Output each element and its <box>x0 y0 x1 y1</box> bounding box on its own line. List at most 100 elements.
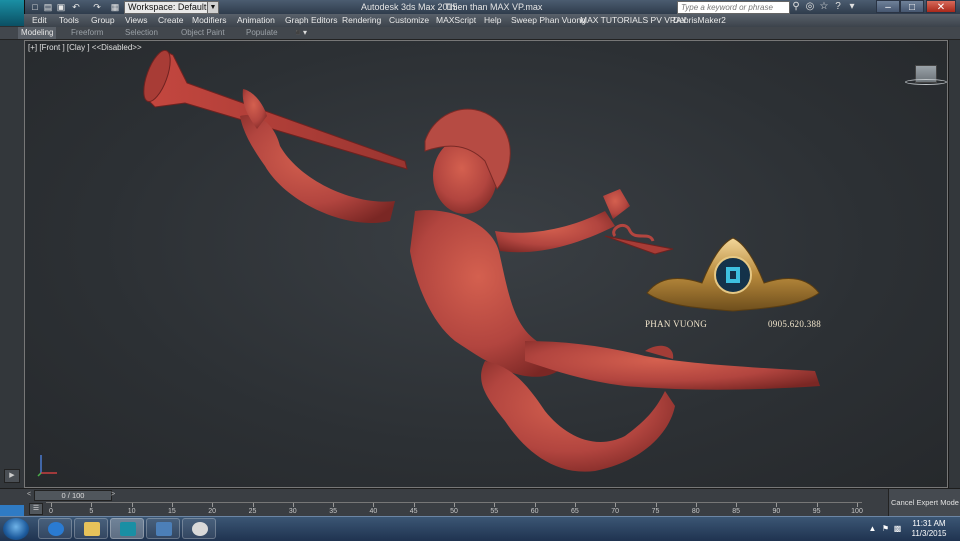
time-slider-next-icon[interactable]: > <box>109 490 117 499</box>
ribbon-options-icon[interactable]: ◾▾ <box>293 27 307 39</box>
app-title: Autodesk 3ds Max 2015 <box>361 2 458 12</box>
timeline-tick <box>574 503 576 507</box>
phan-vuong-watermark-logo <box>646 237 820 312</box>
open-file-icon[interactable]: ▤ <box>43 2 53 12</box>
track-bar-ruler[interactable]: 0 5 10 15 20 25 30 35 40 45 50 55 60 65 70 75 80 85 90 95 10… <box>46 502 863 517</box>
timeline-tick <box>655 503 657 507</box>
project-folder-icon[interactable]: ▦ <box>110 2 120 12</box>
menu-max-tutorials[interactable]: MAX TUTORIALS PV VRAY <box>580 14 687 27</box>
show-hidden-icons-icon[interactable]: ▲ <box>868 524 877 533</box>
taskbar-file-explorer[interactable] <box>74 518 108 539</box>
viewcube-ring[interactable] <box>905 79 947 85</box>
timeline-tick <box>454 503 455 507</box>
time-bar: < 0 / 100 > ☰ 0 5 10 15 20 25 30 35 40 45 50 55 60 65… <box>0 488 960 517</box>
max-script-listener-tab[interactable] <box>0 505 24 516</box>
tab-object-paint[interactable]: Object Paint <box>181 27 225 39</box>
timeline-tick <box>373 503 375 507</box>
minimize-button[interactable]: – <box>876 0 900 13</box>
redo-icon[interactable]: ↷ <box>92 2 102 12</box>
help-icon[interactable]: ? <box>832 1 844 13</box>
search-input[interactable]: Type a keyword or phrase <box>677 1 790 14</box>
maximize-button[interactable]: □ <box>900 0 924 13</box>
favorites-icon[interactable]: ☆ <box>818 1 830 13</box>
timeline-tick-label: 100 <box>851 508 863 515</box>
timeline-tick-label: 30 <box>288 508 297 515</box>
undo-icon[interactable]: ↶ <box>71 2 81 12</box>
cancel-expert-mode-button[interactable]: Cancel Expert Mode <box>888 489 960 516</box>
timeline-tick <box>615 503 617 507</box>
timeline-tick <box>857 503 858 507</box>
search-icon[interactable]: ⚲ <box>790 1 802 13</box>
timeline-tick-label: 20 <box>208 508 217 515</box>
clock-date: 11/3/2015 <box>911 529 947 538</box>
key-mode-icon[interactable]: ☰ <box>29 503 43 515</box>
tab-modeling[interactable]: Modeling <box>18 27 57 39</box>
menu-debrismaker[interactable]: DebrisMaker2 <box>673 14 726 27</box>
workspace-dropdown-arrow-icon[interactable]: ▼ <box>207 1 219 14</box>
tab-populate[interactable]: Populate <box>246 27 278 39</box>
taskbar-image-viewer[interactable] <box>146 518 180 539</box>
title-bar: MAX □ ▤ ▣ ↶ ↷ ▦ Workspace: Default ▼ Aut… <box>0 0 960 42</box>
taskbar-media-player[interactable] <box>182 518 216 539</box>
file-title: Thien than MAX VP.max <box>445 2 543 12</box>
folder-icon <box>84 522 100 536</box>
left-command-strip <box>0 40 25 488</box>
tab-freeform[interactable]: Freeform <box>71 27 103 39</box>
menu-edit[interactable]: Edit <box>32 14 47 27</box>
start-button[interactable] <box>3 518 29 540</box>
axis-tripod-icon <box>37 455 57 477</box>
timeline-tick-label: 35 <box>329 508 337 515</box>
menu-animation[interactable]: Animation <box>237 14 275 27</box>
picture-icon <box>156 522 172 536</box>
timeline-tick-label: 90 <box>772 508 781 515</box>
windows-taskbar: ▲ ⚑ ▩ 11:31 AM 11/3/2015 <box>0 516 960 541</box>
taskbar-internet-explorer[interactable] <box>38 518 72 539</box>
timeline-tick-label: 55 <box>490 508 499 515</box>
application-button[interactable]: MAX <box>0 0 25 42</box>
timeline-tick <box>776 503 778 507</box>
timeline-tick-label: 0 <box>49 508 53 515</box>
close-button[interactable]: ✕ <box>926 0 956 13</box>
clock-time: 11:31 AM <box>912 519 946 528</box>
tab-selection[interactable]: Selection <box>125 27 158 39</box>
save-icon[interactable]: ▣ <box>56 2 66 12</box>
menu-group[interactable]: Group <box>91 14 115 27</box>
timeline-tick <box>816 503 818 507</box>
system-clock[interactable]: 11:31 AM 11/3/2015 <box>906 519 952 539</box>
menu-bar: Edit Tools Group Views Create Modifiers … <box>24 14 960 27</box>
menu-help[interactable]: Help <box>484 14 501 27</box>
time-slider-prev-icon[interactable]: < <box>25 490 33 499</box>
communication-center-icon[interactable]: ◎ <box>804 1 816 13</box>
expand-panel-icon[interactable]: ▶ <box>4 469 20 483</box>
timeline-tick-label: 70 <box>611 508 620 515</box>
timeline-tick <box>292 503 294 507</box>
menu-sweep-phan-vuong[interactable]: Sweep Phan Vuong <box>511 14 586 27</box>
timeline-tick-label: 60 <box>530 508 539 515</box>
menu-views[interactable]: Views <box>125 14 148 27</box>
menu-rendering[interactable]: Rendering <box>342 14 381 27</box>
timeline-tick-label: 80 <box>691 508 700 515</box>
menu-create[interactable]: Create <box>158 14 184 27</box>
menu-maxscript[interactable]: MAXScript <box>436 14 476 27</box>
workspace-dropdown[interactable]: Workspace: Default <box>124 1 213 14</box>
front-viewport[interactable]: [+] [Front ] [Clay ] <<Disabled>> PHAN V… <box>24 40 948 488</box>
new-file-icon[interactable]: □ <box>30 2 40 12</box>
timeline-tick <box>534 503 536 507</box>
ribbon: Modeling Freeform Selection Object Paint… <box>0 27 960 40</box>
timeline-tick-label: 10 <box>127 508 136 515</box>
timeline-tick-label: 15 <box>167 508 176 515</box>
timeline-tick-label: 40 <box>369 508 378 515</box>
timeline-tick <box>494 503 496 507</box>
menu-modifiers[interactable]: Modifiers <box>192 14 226 27</box>
menu-customize[interactable]: Customize <box>389 14 429 27</box>
network-icon[interactable]: ▩ <box>893 524 902 533</box>
help-dropdown-icon[interactable]: ▾ <box>846 1 858 13</box>
timeline-tick <box>171 503 173 507</box>
menu-tools[interactable]: Tools <box>59 14 79 27</box>
action-center-flag-icon[interactable]: ⚑ <box>881 524 890 533</box>
timeline-tick-label: 65 <box>570 508 579 515</box>
media-disc-icon <box>192 522 208 536</box>
time-slider[interactable]: 0 / 100 <box>34 490 112 501</box>
menu-graph-editors[interactable]: Graph Editors <box>285 14 337 27</box>
taskbar-3ds-max[interactable] <box>110 518 144 539</box>
